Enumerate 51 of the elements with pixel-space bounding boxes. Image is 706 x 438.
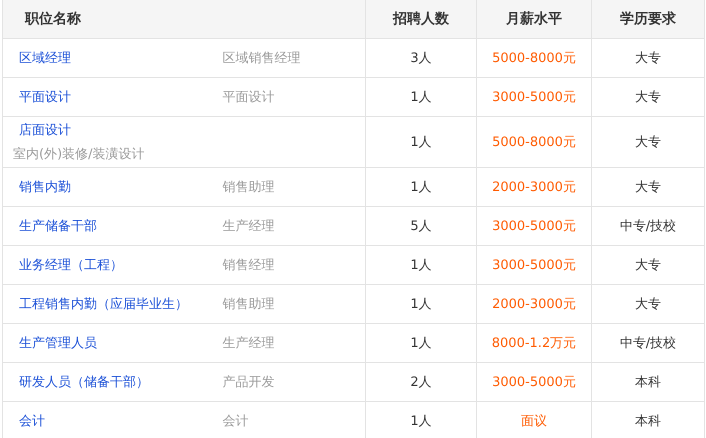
job-category: 生产经理 [222, 219, 274, 234]
headcount: 2人 [410, 375, 432, 390]
job-category: 销售经理 [222, 258, 274, 273]
headcount: 3人 [410, 51, 432, 66]
job-category: 区域销售经理 [222, 51, 300, 66]
job-subtitle: 室内(外)装修/装潢设计 [12, 146, 145, 163]
salary: 8000-1.2万元 [492, 336, 576, 351]
job-category: 产品开发 [222, 375, 274, 390]
headcount: 1人 [410, 258, 432, 273]
education: 中专/技校 [620, 336, 676, 351]
headcount: 1人 [410, 336, 432, 351]
column-header: 招聘人数 [366, 0, 476, 38]
job-category: 销售助理 [222, 180, 274, 195]
job-title-link[interactable]: 区域经理 [3, 49, 71, 67]
salary: 5000-8000元 [492, 135, 576, 150]
job-title-link[interactable]: 会计 [3, 412, 45, 430]
education: 大专 [635, 135, 661, 150]
headcount: 1人 [410, 90, 432, 105]
column-header: 职位名称 [2, 0, 366, 38]
job-title-link[interactable]: 生产储备干部 [3, 217, 97, 235]
job-title-link[interactable]: 店面设计 [3, 121, 71, 139]
salary: 面议 [521, 414, 547, 429]
salary: 2000-3000元 [492, 297, 576, 312]
education: 本科 [635, 375, 661, 390]
column-header: 学历要求 [592, 0, 704, 38]
education: 大专 [635, 90, 661, 105]
salary: 5000-8000元 [492, 51, 576, 66]
job-category: 生产经理 [222, 336, 274, 351]
job-category: 销售助理 [222, 297, 274, 312]
salary: 3000-5000元 [492, 375, 576, 390]
salary: 3000-5000元 [492, 219, 576, 234]
job-category: 会计 [222, 414, 248, 429]
education: 大专 [635, 180, 661, 195]
education: 大专 [635, 258, 661, 273]
headcount: 5人 [410, 219, 432, 234]
salary: 3000-5000元 [492, 90, 576, 105]
headcount: 1人 [410, 297, 432, 312]
job-title-link[interactable]: 平面设计 [3, 88, 71, 106]
column-header: 月薪水平 [476, 0, 592, 38]
education: 中专/技校 [620, 219, 676, 234]
education: 大专 [635, 51, 661, 66]
education: 大专 [635, 297, 661, 312]
headcount: 1人 [410, 414, 432, 429]
salary: 2000-3000元 [492, 180, 576, 195]
job-category: 平面设计 [222, 90, 274, 105]
job-title-link[interactable]: 销售内勤 [3, 178, 71, 196]
headcount: 1人 [410, 180, 432, 195]
job-title-link[interactable]: 生产管理人员 [3, 334, 97, 352]
education: 本科 [635, 414, 661, 429]
headcount: 1人 [410, 135, 432, 150]
salary: 3000-5000元 [492, 258, 576, 273]
